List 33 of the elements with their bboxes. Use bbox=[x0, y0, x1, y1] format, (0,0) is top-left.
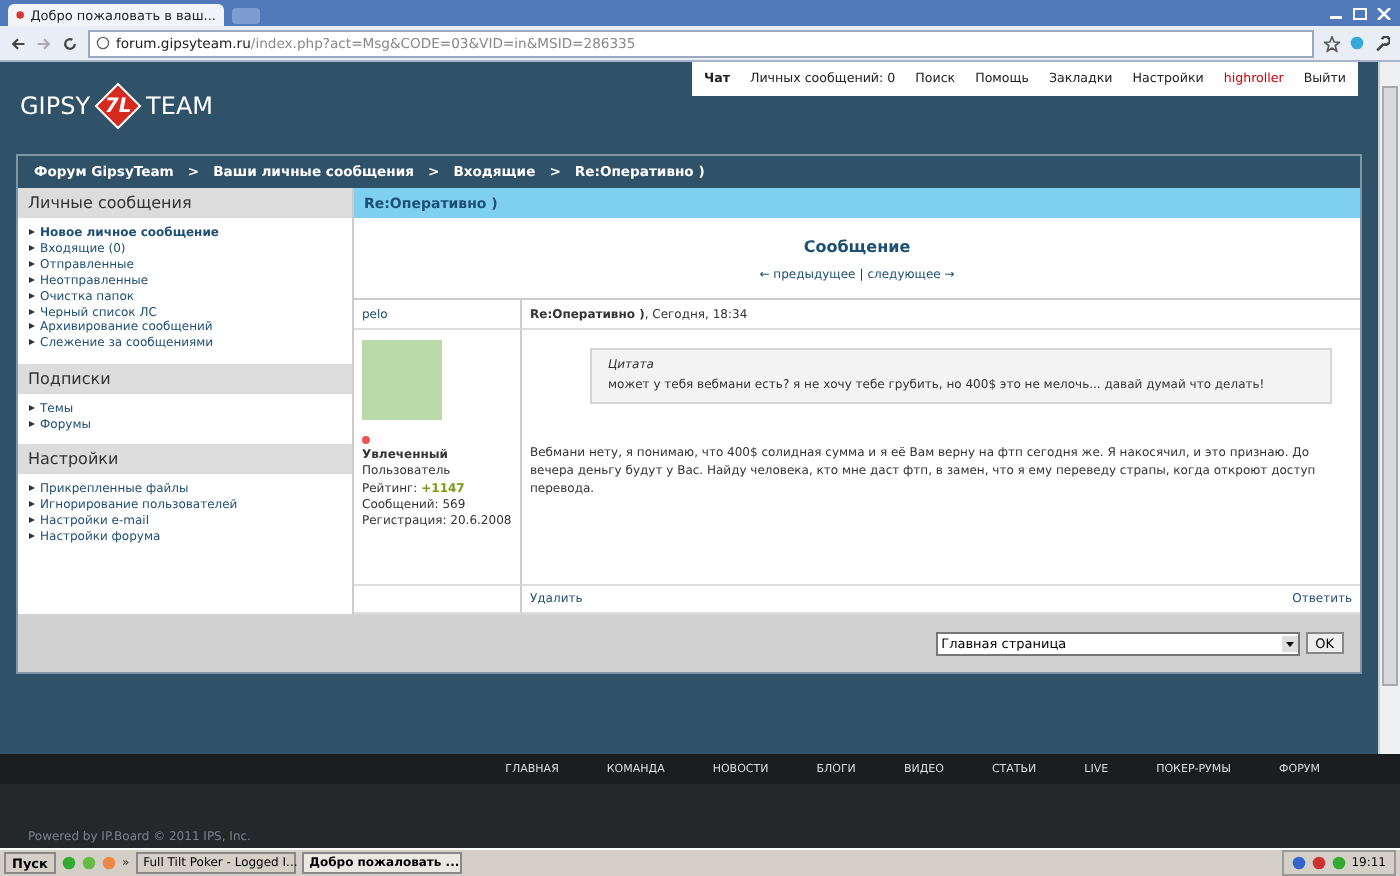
globe-icon bbox=[96, 36, 110, 50]
section-header: Настройки bbox=[18, 444, 352, 475]
bullet-icon bbox=[28, 228, 36, 236]
bullet-icon bbox=[28, 275, 36, 284]
section-header: Личные сообщения bbox=[18, 188, 352, 218]
site-icon bbox=[16, 8, 25, 22]
bullet-icon bbox=[28, 419, 36, 428]
reload-icon[interactable] bbox=[62, 35, 78, 51]
scrollbar[interactable] bbox=[1378, 62, 1400, 754]
bullet-icon bbox=[28, 515, 36, 524]
new-tab-button[interactable] bbox=[232, 8, 260, 24]
maximize-icon[interactable] bbox=[1352, 8, 1368, 20]
scrollbar-thumb[interactable] bbox=[1382, 86, 1398, 686]
bullet-icon bbox=[28, 322, 36, 331]
bullet-icon bbox=[28, 484, 36, 493]
wrench-icon[interactable] bbox=[1374, 35, 1390, 51]
bullet-icon bbox=[28, 243, 36, 252]
section-header: Подписки bbox=[18, 363, 352, 394]
forward-icon[interactable] bbox=[36, 35, 52, 51]
bullet-icon bbox=[28, 338, 36, 347]
bullet-icon bbox=[28, 291, 36, 300]
dropdown-arrow-icon bbox=[1281, 635, 1298, 651]
bullet-icon bbox=[28, 499, 36, 508]
star-icon[interactable] bbox=[1324, 35, 1340, 51]
bullet-icon bbox=[28, 531, 36, 540]
bullet-icon bbox=[28, 259, 36, 268]
back-icon[interactable] bbox=[10, 35, 26, 51]
avatar-picture bbox=[362, 340, 442, 420]
bullet-icon bbox=[28, 403, 36, 412]
site-logo[interactable]: GIPSY 7L TEAM bbox=[20, 74, 214, 138]
close-icon[interactable] bbox=[1376, 8, 1392, 20]
message-heading: Сообщение bbox=[801, 238, 913, 256]
bullet-icon bbox=[28, 307, 36, 316]
